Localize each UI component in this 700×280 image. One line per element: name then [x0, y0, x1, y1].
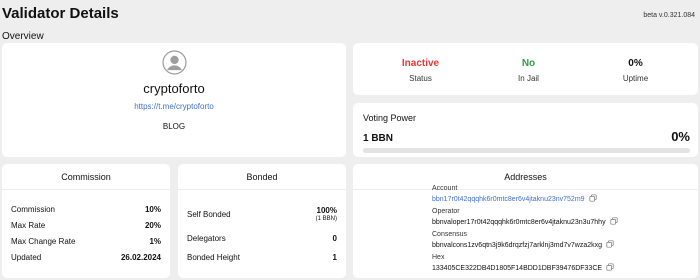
bonded-height-value: 1	[332, 253, 337, 262]
user-avatar-icon	[162, 50, 187, 75]
addresses-card: Addresses Account bbn17r0t42qqqhk6r0mtc8…	[353, 164, 698, 278]
hex-label: Hex	[432, 254, 445, 261]
operator-text: bbnvaloper17r0t42qqqhk6r0mtc8er6v4jtaknu…	[432, 219, 606, 226]
self-bonded-amount: (1 BBN)	[315, 216, 337, 222]
profile-card: cryptoforto https://t.me/cryptoforto BLO…	[2, 43, 346, 157]
voting-power-bar	[363, 148, 690, 153]
max-rate-value: 20%	[144, 221, 161, 230]
bonded-card: Bonded Self Bonded 100% (1 BBN) Delegato…	[178, 164, 346, 278]
operator-label: Operator	[432, 208, 460, 215]
bonded-height-label: Bonded Height	[187, 253, 240, 262]
max-rate-label: Max Rate	[11, 221, 46, 230]
max-change-rate-value: 1%	[149, 237, 161, 246]
commission-rate-label: Commission	[11, 205, 56, 214]
page-title: Validator Details	[2, 5, 119, 22]
status-item: Inactive Status	[363, 43, 478, 95]
uptime-value: 0%	[628, 58, 643, 69]
validator-website-link[interactable]: https://t.me/cryptoforto	[2, 102, 346, 111]
delegators-value: 0	[332, 234, 337, 243]
voting-power-title: Voting Power	[363, 113, 417, 123]
uptime-item: 0% Uptime	[578, 43, 693, 95]
operator-address: Operator bbnvaloper17r0t42qqqhk6r0mtc8er…	[432, 208, 618, 226]
consensus-text: bbnvalcons1zv6qtn3j9k6drqzfzj7arklnj3md7…	[432, 242, 603, 249]
commission-card: Commission Commission 10% Max Rate 20% M…	[2, 164, 170, 278]
updated-value: 26.02.2024	[120, 253, 161, 262]
copy-icon[interactable]	[589, 194, 597, 202]
divider	[178, 189, 346, 190]
hex-text: 133405CE322DB4D1805F14BDD1DBF39476DF33CE	[432, 265, 603, 272]
account-value[interactable]: bbn17r0t42qqqhk6r0mtc8er6v4jtaknu23nv752…	[432, 194, 597, 203]
jail-label: In Jail	[518, 74, 539, 83]
consensus-label: Consensus	[432, 231, 468, 238]
voting-power-card: Voting Power 1 BBN 0%	[353, 103, 698, 157]
status-label: Status	[409, 74, 432, 83]
updated-label: Updated	[11, 253, 42, 262]
operator-value: bbnvaloper17r0t42qqqhk6r0mtc8er6v4jtaknu…	[432, 217, 618, 226]
consensus-address: Consensus bbnvalcons1zv6qtn3j9k6drqzfzj7…	[432, 231, 614, 249]
jail-item: No In Jail	[471, 43, 586, 95]
status-value: Inactive	[401, 58, 440, 69]
delegators-label: Delegators	[187, 234, 226, 243]
account-label: Account	[432, 185, 458, 192]
voting-power-value: 1 BBN	[363, 133, 394, 144]
hex-address: Hex 133405CE322DB4D1805F14BDD1DBF39476DF…	[432, 254, 614, 272]
version-label: beta v.0.321.084	[643, 12, 695, 19]
validator-name: cryptoforto	[143, 81, 205, 96]
self-bonded-label: Self Bonded	[187, 210, 231, 219]
consensus-value: bbnvalcons1zv6qtn3j9k6drqzfzj7arklnj3md7…	[432, 240, 614, 249]
uptime-label: Uptime	[622, 74, 649, 83]
hex-value: 133405CE322DB4D1805F14BDD1DBF39476DF33CE	[432, 263, 614, 272]
jail-value: No	[521, 58, 536, 69]
validator-tag: BLOG	[162, 122, 186, 131]
section-title: Overview	[2, 31, 44, 42]
divider	[2, 189, 170, 190]
account-address: Account bbn17r0t42qqqhk6r0mtc8er6v4jtakn…	[432, 185, 597, 203]
copy-icon[interactable]	[606, 240, 614, 248]
commission-rate-value: 10%	[144, 205, 161, 214]
addresses-title: Addresses	[504, 172, 547, 182]
max-change-rate-label: Max Change Rate	[11, 237, 76, 246]
account-link[interactable]: bbn17r0t42qqqhk6r0mtc8er6v4jtaknu23nv752…	[432, 196, 585, 203]
copy-icon[interactable]	[606, 263, 614, 271]
status-card: Inactive Status No In Jail 0% Uptime	[353, 43, 698, 95]
self-bonded-value: 100%	[316, 206, 337, 215]
commission-title: Commission	[61, 172, 111, 182]
voting-power-percent: 0%	[671, 129, 690, 144]
copy-icon[interactable]	[610, 217, 618, 225]
bonded-title: Bonded	[246, 172, 278, 182]
